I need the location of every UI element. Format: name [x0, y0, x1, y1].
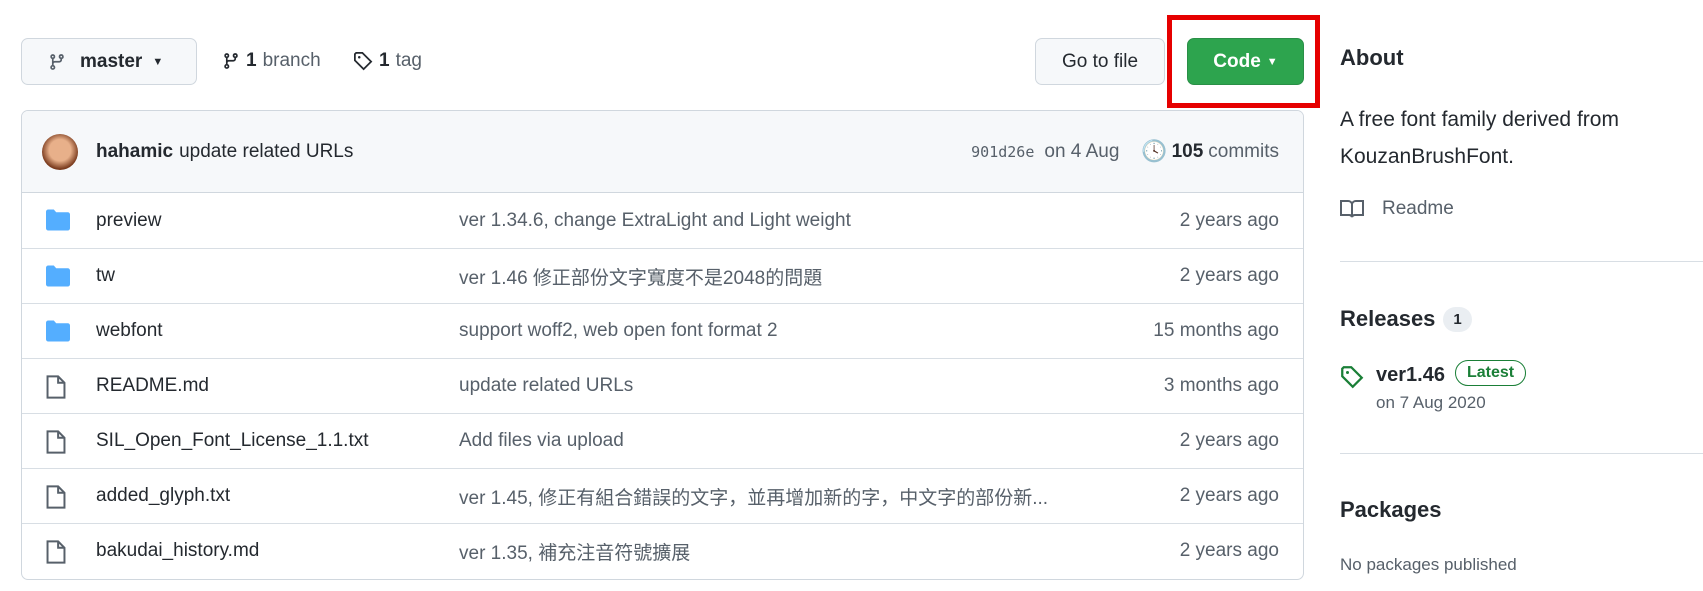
commit-date: on 4 Aug — [1044, 140, 1120, 162]
commit-message[interactable]: update related URLs — [179, 141, 353, 163]
caret-down-icon: ▼ — [152, 55, 164, 68]
avatar[interactable] — [42, 133, 78, 170]
packages-empty: No packages published — [1340, 555, 1517, 574]
file-icon — [46, 430, 66, 454]
file-name[interactable]: added_glyph.txt — [96, 485, 230, 507]
file-row[interactable]: webfont support woff2, web open font form… — [22, 303, 1303, 358]
file-name[interactable]: preview — [96, 210, 161, 232]
packages-title[interactable]: Packages — [1340, 497, 1442, 523]
file-icon — [46, 540, 66, 564]
file-time: 2 years ago — [1179, 209, 1279, 231]
releases-title[interactable]: Releases 1 — [1340, 306, 1472, 332]
branch-icon — [50, 53, 64, 70]
latest-commit-bar: hahamic update related URLs 901d26e on 4… — [22, 111, 1303, 193]
folder-icon — [46, 320, 70, 342]
file-name[interactable]: README.md — [96, 375, 209, 397]
file-commit-message[interactable]: ver 1.45, 修正有組合錯誤的文字，並再增加新的字，中文字的部份新... — [459, 483, 1048, 510]
commit-count[interactable]: 105 — [1172, 141, 1204, 163]
readme-link[interactable]: Readme — [1340, 198, 1454, 220]
file-icon — [46, 485, 66, 509]
commit-author[interactable]: hahamic — [96, 141, 173, 163]
file-icon — [46, 375, 66, 399]
about-title: About — [1340, 45, 1404, 70]
file-row[interactable]: tw ver 1.46 修正部份文字寬度不是2048的問題 2 years ago — [22, 248, 1303, 303]
caret-down-icon: ▼ — [1266, 55, 1278, 68]
file-commit-message[interactable]: ver 1.46 修正部份文字寬度不是2048的問題 — [459, 263, 822, 290]
commit-sha[interactable]: 901d26e — [971, 143, 1034, 161]
file-time: 2 years ago — [1179, 430, 1279, 451]
file-row[interactable]: README.md update related URLs 3 months ago — [22, 358, 1303, 413]
file-commit-message[interactable]: ver 1.35, 補充注音符號擴展 — [459, 538, 690, 565]
tag-count: 1 — [379, 50, 390, 71]
file-commit-message[interactable]: ver 1.34.6, change ExtraLight and Light … — [459, 210, 851, 232]
file-commit-message[interactable]: update related URLs — [459, 375, 633, 397]
file-name[interactable]: SIL_Open_Font_License_1.1.txt — [96, 430, 369, 452]
file-time: 15 months ago — [1153, 320, 1279, 341]
file-time: 2 years ago — [1179, 485, 1279, 506]
release-tag[interactable]: ver1.46 — [1376, 364, 1445, 387]
go-to-file-label: Go to file — [1061, 50, 1139, 72]
releases-count: 1 — [1443, 306, 1472, 332]
branch-count: 1 — [246, 50, 257, 71]
branch-select[interactable]: master ▼ — [21, 38, 197, 85]
branch-name: master — [80, 50, 143, 72]
tags-link[interactable]: 1 tag — [353, 50, 422, 72]
file-name[interactable]: webfont — [96, 320, 163, 342]
code-button[interactable]: Code ▼ — [1187, 38, 1304, 85]
go-to-file-button[interactable]: Go to file — [1035, 38, 1165, 85]
file-row[interactable]: bakudai_history.md ver 1.35, 補充注音符號擴展 2 ye… — [22, 523, 1303, 578]
tag-icon — [354, 52, 373, 71]
file-name[interactable]: tw — [96, 265, 115, 287]
file-row[interactable]: SIL_Open_Font_License_1.1.txt Add files v… — [22, 413, 1303, 468]
commits-label[interactable]: commits — [1208, 141, 1279, 163]
file-row[interactable]: added_glyph.txt ver 1.45, 修正有組合錯誤的文字，並再增加… — [22, 468, 1303, 523]
branch-icon — [224, 53, 238, 69]
folder-icon — [46, 265, 70, 287]
latest-badge: Latest — [1455, 360, 1527, 386]
file-name[interactable]: bakudai_history.md — [96, 540, 259, 562]
branch-label: branch — [262, 50, 321, 71]
tag-label: tag — [395, 50, 422, 71]
file-time: 3 months ago — [1163, 375, 1279, 396]
file-row[interactable]: preview ver 1.34.6, change ExtraLight and… — [22, 193, 1303, 248]
branches-link[interactable]: 1 branch — [222, 50, 321, 72]
file-commit-message[interactable]: support woff2, web open font format 2 — [459, 320, 778, 342]
divider — [1340, 261, 1703, 262]
about-description: A free font family derived from KouzanBr… — [1340, 108, 1619, 168]
history-icon: 🕓 — [1141, 139, 1168, 163]
code-label: Code — [1213, 50, 1261, 72]
readme-label: Readme — [1382, 198, 1454, 219]
releases-label: Releases — [1340, 306, 1436, 331]
file-time: 2 years ago — [1179, 265, 1279, 286]
tag-icon — [1341, 366, 1364, 389]
file-commit-message[interactable]: Add files via upload — [459, 430, 624, 452]
book-icon — [1340, 200, 1364, 218]
file-table: hahamic update related URLs 901d26e on 4… — [21, 110, 1304, 580]
release-date: on 7 Aug 2020 — [1376, 393, 1486, 412]
file-time: 2 years ago — [1179, 540, 1279, 561]
divider — [1340, 453, 1703, 454]
folder-icon — [46, 209, 70, 231]
